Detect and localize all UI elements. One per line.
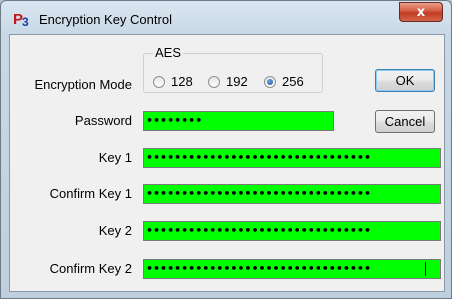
radio-label-192: 192 [226, 74, 248, 89]
title-bar[interactable]: P3 Encryption Key Control x [1, 1, 451, 35]
text-caret [425, 262, 426, 276]
password-label: Password [74, 113, 132, 128]
radio-label-128: 128 [171, 74, 193, 89]
radio-aes-128[interactable]: 128 [153, 74, 193, 90]
key1-field[interactable]: •••••••••••••••••••••••••••••••• [143, 148, 441, 168]
cancel-button[interactable]: Cancel [375, 110, 435, 133]
dialog-client-area: Encryption Mode AES 128 192 256 OK Cance… [9, 34, 445, 292]
confirm-key1-field[interactable]: •••••••••••••••••••••••••••••••• [143, 184, 441, 204]
password-field[interactable]: •••••••• [143, 111, 334, 131]
key2-field[interactable]: •••••••••••••••••••••••••••••••• [143, 221, 441, 241]
confirm-key2-label: Confirm Key 2 [49, 261, 132, 276]
radio-indicator [208, 76, 220, 88]
aes-group-label: AES [153, 45, 184, 60]
ok-button[interactable]: OK [375, 69, 435, 92]
window-title: Encryption Key Control [39, 12, 172, 27]
encryption-mode-label: Encryption Mode [34, 77, 132, 92]
radio-aes-256[interactable]: 256 [264, 74, 304, 90]
confirm-key2-field[interactable]: •••••••••••••••••••••••••••••••• [143, 259, 441, 279]
radio-indicator [153, 76, 165, 88]
key1-label: Key 1 [98, 150, 132, 165]
close-button[interactable]: x [399, 2, 443, 22]
confirm-key2-value: •••••••••••••••••••••••••••••••• [146, 262, 371, 275]
radio-indicator-selected [264, 76, 276, 88]
close-icon: x [416, 5, 426, 20]
dialog-window: P3 Encryption Key Control x Encryption M… [0, 0, 452, 299]
key2-label: Key 2 [98, 223, 132, 238]
radio-label-256: 256 [282, 74, 304, 89]
radio-aes-192[interactable]: 192 [208, 74, 248, 90]
app-icon: P3 [13, 11, 29, 29]
confirm-key1-label: Confirm Key 1 [49, 186, 132, 201]
